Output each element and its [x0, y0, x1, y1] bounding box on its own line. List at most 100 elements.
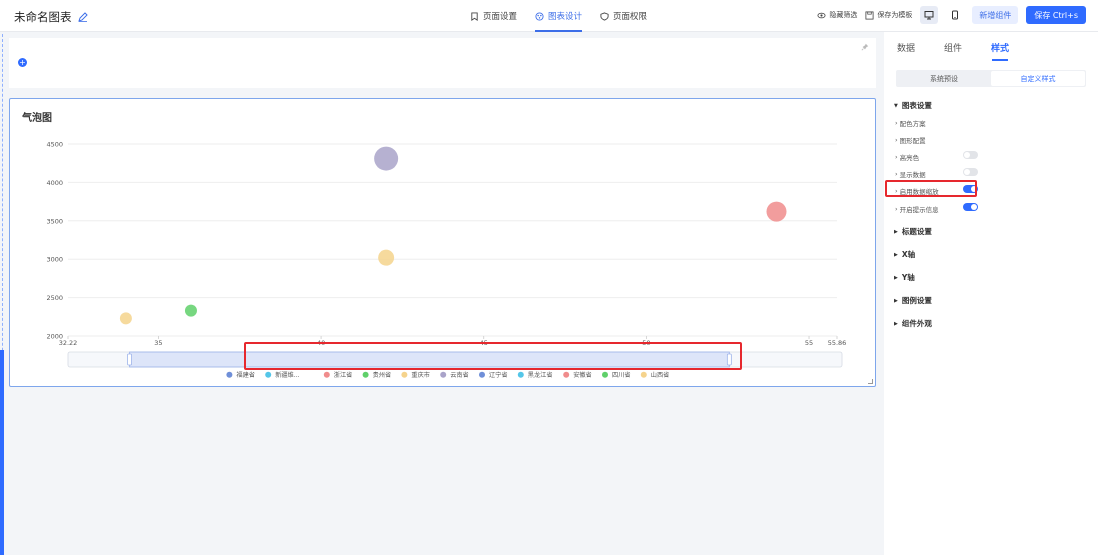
row-tooltip[interactable]: › 开启提示信息	[895, 203, 978, 214]
section-chart-settings[interactable]: ▼ 图表设置	[894, 100, 932, 111]
tab-page-settings[interactable]: 页面设置	[470, 0, 517, 32]
chevron-right-icon: ›	[895, 153, 898, 161]
caret-right-icon: ▶	[894, 251, 898, 258]
chevron-right-icon: ›	[895, 119, 898, 127]
data-bubble	[766, 201, 787, 222]
row-color-scheme[interactable]: › 配色方案	[895, 118, 975, 128]
tab-label: 页面设置	[483, 12, 518, 22]
y-tick-label: 3500	[46, 217, 63, 225]
caret-right-icon: ▶	[894, 274, 898, 281]
x-tick-label: 55.86	[828, 339, 847, 347]
legend-marker	[323, 371, 330, 378]
bookmark-icon	[471, 11, 478, 21]
legend-label: 辽宁省	[489, 371, 508, 379]
tab-label: 页面权限	[613, 12, 648, 22]
chart-card[interactable]: 气泡图 4500 4000 3500 3000 2500 2000 32.22 35 40 45 5…	[9, 98, 876, 387]
toggle-knob	[964, 169, 970, 175]
tooltip-toggle[interactable]	[963, 203, 978, 211]
legend-label: 黑龙江省	[528, 371, 553, 379]
section-legend-settings[interactable]: ▶ 图例设置	[894, 295, 932, 306]
style-mode-segment: 系统预设 自定义样式	[896, 70, 1086, 87]
show-data-toggle[interactable]	[963, 168, 978, 176]
edit-icon[interactable]	[77, 12, 88, 22]
tab-data[interactable]: 数据	[897, 41, 915, 54]
caret-right-icon: ▶	[894, 228, 898, 235]
x-tick-label: 40	[317, 339, 325, 347]
y-tick-label: 2500	[46, 294, 63, 302]
row-label: 高亮色	[899, 154, 920, 162]
legend-label: 福建省	[236, 371, 255, 379]
caret-right-icon: ▶	[894, 297, 898, 304]
eye-icon	[817, 12, 826, 18]
shield-icon	[600, 11, 609, 21]
resize-handle-icon[interactable]	[868, 379, 873, 384]
toggle-knob	[971, 204, 977, 210]
legend-marker	[517, 371, 524, 378]
section-label: 图例设置	[901, 296, 932, 305]
legend-label: 重庆市	[411, 371, 430, 379]
canvas-scroll-indicator[interactable]	[0, 350, 4, 555]
zoom-window	[129, 351, 730, 368]
x-tick-label: 55	[805, 339, 813, 347]
hide-filter-label: 隐藏筛选	[829, 11, 858, 19]
legend-marker	[640, 371, 647, 378]
chevron-right-icon: ›	[895, 136, 898, 144]
data-zoom-toggle[interactable]	[963, 185, 978, 193]
row-label: 配色方案	[899, 120, 926, 128]
tab-chart-design[interactable]: 图表设计	[535, 0, 583, 32]
panel-tabs: 数据 组件 样式	[884, 32, 1098, 62]
palette-icon	[535, 11, 544, 21]
save-template-button[interactable]: 保存为模板	[865, 10, 912, 20]
legend-label: 云南省	[450, 371, 469, 379]
desktop-view-button[interactable]	[920, 6, 939, 24]
chevron-right-icon: ›	[895, 205, 898, 213]
mobile-view-button[interactable]	[946, 6, 964, 24]
chevron-right-icon: ›	[895, 170, 898, 178]
caret-down-icon: ▼	[894, 102, 898, 109]
data-bubble	[374, 146, 399, 171]
legend-marker	[479, 371, 485, 378]
row-show-data[interactable]: › 显示数据	[895, 168, 978, 179]
caret-right-icon: ▶	[894, 320, 898, 327]
tab-style[interactable]: 样式	[991, 41, 1009, 54]
legend-marker	[440, 371, 447, 378]
toggle-knob	[964, 152, 970, 158]
section-label: 标题设置	[901, 227, 932, 236]
legend-label: 新疆维...	[275, 371, 299, 379]
highlight-toggle[interactable]	[963, 151, 978, 159]
save-button[interactable]: 保存 Ctrl+s	[1026, 6, 1086, 24]
row-shape-config[interactable]: › 图形配置	[895, 135, 975, 145]
section-title-settings[interactable]: ▶ 标题设置	[894, 226, 932, 237]
add-filter-icon[interactable]: +	[18, 58, 27, 67]
segment-custom-style[interactable]: 自定义样式	[991, 71, 1085, 86]
legend-label: 四川省	[612, 371, 631, 379]
section-component-appearance[interactable]: ▶ 组件外观	[894, 318, 932, 329]
legend-marker	[265, 371, 272, 378]
legend-marker	[401, 371, 408, 378]
save-template-label: 保存为模板	[877, 11, 913, 19]
hide-filter-button[interactable]: 隐藏筛选	[817, 10, 857, 20]
x-tick-label: 32.22	[59, 339, 78, 347]
add-component-button[interactable]: 新增组件	[972, 6, 1019, 24]
row-label: 启用数据缩放	[899, 188, 939, 196]
legend-label: 浙江省	[334, 371, 353, 379]
pin-icon[interactable]	[861, 43, 869, 51]
row-label: 开启提示信息	[899, 206, 939, 214]
legend-label: 安徽省	[573, 371, 592, 379]
tab-component[interactable]: 组件	[944, 41, 962, 54]
x-tick-label: 45	[480, 339, 488, 347]
chart-name: 未命名图表	[14, 10, 72, 24]
x-tick-label: 50	[642, 339, 650, 347]
tab-page-permissions[interactable]: 页面权限	[600, 0, 647, 32]
section-label: 图表设置	[901, 101, 932, 110]
row-label: 图形配置	[899, 137, 926, 145]
row-data-zoom[interactable]: › 启用数据缩放	[895, 185, 978, 196]
page-tabs: 页面设置 图表设计 页面权限	[470, 0, 647, 32]
row-highlight-color[interactable]: › 高亮色	[895, 151, 978, 162]
chevron-right-icon: ›	[895, 187, 898, 195]
section-x-axis[interactable]: ▶ X轴	[894, 249, 915, 260]
section-label: X轴	[901, 250, 916, 259]
section-y-axis[interactable]: ▶ Y轴	[894, 272, 915, 283]
segment-system-preset[interactable]: 系统预设	[897, 71, 991, 86]
y-tick-label: 3000	[46, 256, 63, 264]
